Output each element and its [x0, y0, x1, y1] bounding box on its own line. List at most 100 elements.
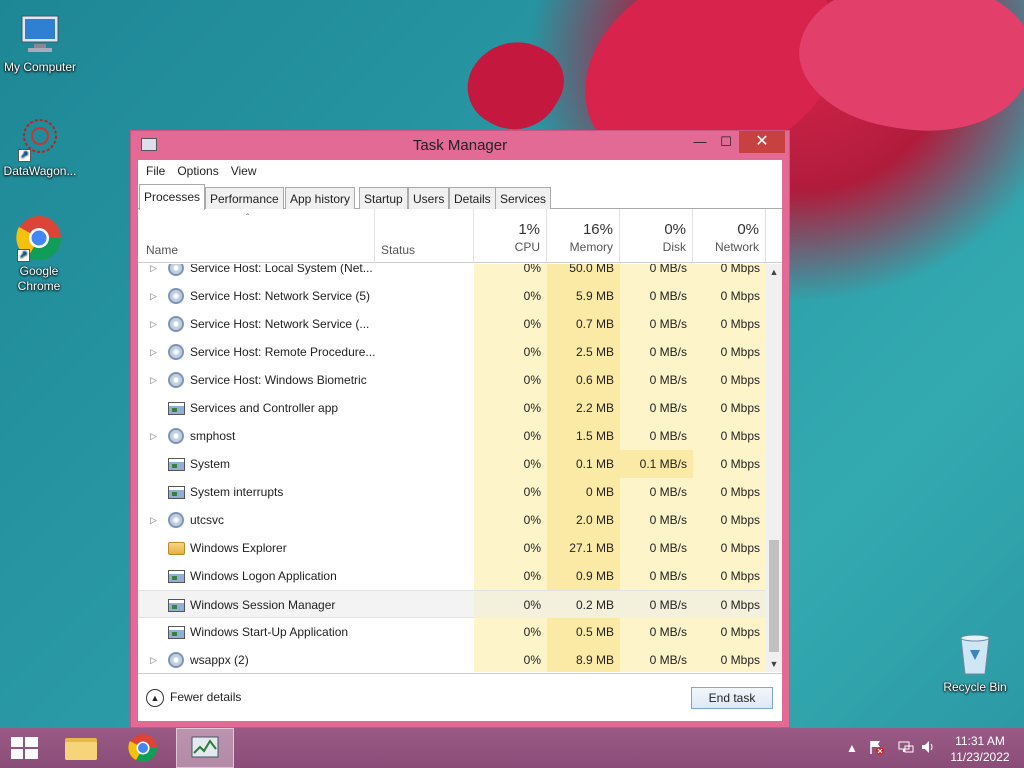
cpu-percent: 1% [518, 221, 540, 238]
cpu-cell: 0% [474, 394, 547, 422]
taskbar-task-manager[interactable] [176, 728, 234, 768]
close-button[interactable]: ✕ [739, 131, 785, 153]
disk-cell: 0 MB/s [620, 282, 693, 310]
table-row[interactable]: Services and Controller app 0% 2.2 MB 0 MB/… [138, 394, 766, 422]
taskbar-chrome[interactable] [114, 728, 172, 768]
table-row[interactable]: System interrupts 0% 0 MB 0 MB/s 0 Mbps [138, 478, 766, 506]
menu-view[interactable]: View [225, 160, 263, 178]
table-row[interactable]: Windows Explorer 0% 27.1 MB 0 MB/s 0 Mbps [138, 534, 766, 562]
disk-cell: 0 MB/s [620, 310, 693, 338]
start-button[interactable] [0, 728, 58, 768]
minimize-button[interactable]: — [687, 131, 713, 153]
tab-details[interactable]: Details [449, 187, 496, 209]
expand-chevron-icon[interactable]: ▷ [150, 366, 157, 394]
process-name: Windows Explorer [190, 541, 287, 555]
title-bar[interactable]: Task Manager — ☐ ✕ [131, 131, 789, 159]
process-name: Service Host: Network Service (... [190, 317, 370, 331]
memory-cell: 0.5 MB [547, 618, 620, 646]
fewer-details-link[interactable]: ▲ Fewer details [146, 688, 241, 707]
memory-cell: 50.0 MB [547, 264, 620, 282]
start-icon [11, 737, 38, 759]
memory-cell: 2.2 MB [547, 394, 620, 422]
cpu-cell: 0% [474, 422, 547, 450]
table-row[interactable]: ▷ Service Host: Remote Procedure... 0% 2.5 … [138, 338, 766, 366]
memory-cell: 0.9 MB [547, 562, 620, 590]
network-cell: 0 Mbps [693, 562, 766, 590]
column-memory[interactable]: 16% Memory [547, 209, 620, 263]
gear-icon [168, 428, 184, 444]
network-cell: 0 Mbps [693, 282, 766, 310]
desktop-icon-label: Recycle Bin [943, 680, 1007, 694]
memory-cell: 8.9 MB [547, 646, 620, 672]
end-task-button[interactable]: End task [691, 687, 773, 709]
scroll-thumb[interactable] [769, 540, 779, 652]
menu-options[interactable]: Options [171, 160, 224, 178]
network-label: Network [714, 240, 759, 254]
process-name: Service Host: Network Service (5) [190, 289, 371, 303]
expand-chevron-icon[interactable]: ▷ [150, 310, 157, 338]
network-cell: 0 Mbps [693, 422, 766, 450]
memory-cell: 0.6 MB [547, 366, 620, 394]
expand-chevron-icon[interactable]: ▷ [150, 282, 157, 310]
scroll-down-icon[interactable]: ▼ [766, 656, 782, 672]
desktop-icon-recycle-bin[interactable]: Recycle Bin [935, 630, 1015, 695]
expand-chevron-icon[interactable]: ▷ [150, 506, 157, 534]
desktop-icon-my-computer[interactable]: My Computer [0, 10, 80, 75]
table-row[interactable]: ▷ smphost 0% 1.5 MB 0 MB/s 0 Mbps [138, 422, 766, 450]
desktop-icon-datawagon[interactable]: ↗ DataWagon... [0, 114, 80, 179]
taskbar-clock[interactable]: 11:31 AM 11/23/2022 [940, 733, 1020, 765]
column-network[interactable]: 0% Network [693, 209, 766, 263]
disk-cell: 0 MB/s [620, 646, 693, 672]
tab-users[interactable]: Users [408, 187, 450, 209]
process-name: Service Host: Remote Procedure... [190, 345, 376, 359]
table-row[interactable]: ▷ wsappx (2) 0% 8.9 MB 0 MB/s 0 Mbps [138, 646, 766, 672]
network-cell: 0 Mbps [693, 506, 766, 534]
chrome-icon [128, 734, 157, 762]
gear-icon [168, 652, 184, 668]
process-name: wsappx (2) [190, 653, 249, 667]
scroll-up-icon[interactable]: ▲ [766, 264, 782, 280]
process-name: System interrupts [190, 485, 284, 499]
action-center-flag-icon[interactable] [868, 739, 884, 768]
column-disk[interactable]: 0% Disk [620, 209, 693, 263]
expand-chevron-icon[interactable]: ▷ [150, 338, 157, 366]
table-row[interactable]: ▷ Service Host: Local System (Net... 0% 50.… [138, 264, 766, 282]
maximize-button[interactable]: ☐ [713, 131, 739, 153]
vertical-scrollbar[interactable]: ▲ ▼ [766, 264, 782, 672]
show-hidden-icons-icon[interactable]: ▲ [846, 741, 858, 768]
taskbar-file-explorer[interactable] [52, 728, 110, 768]
tab-processes[interactable]: Processes [139, 184, 206, 210]
table-row[interactable]: ▷ Service Host: Windows Biometric 0% 0.6 MB… [138, 366, 766, 394]
expand-chevron-icon[interactable]: ▷ [150, 422, 157, 450]
table-row[interactable]: Windows Session Manager 0% 0.2 MB 0 MB/s 0 M… [138, 590, 766, 619]
column-name[interactable]: Name [146, 243, 178, 257]
column-cpu[interactable]: 1% CPU [474, 209, 547, 263]
datawagon-icon: ↗ [16, 114, 64, 162]
tab-performance[interactable]: Performance [205, 187, 284, 209]
desktop-icon-chrome[interactable]: ↗ Google Chrome [0, 214, 78, 294]
network-icon[interactable] [897, 739, 915, 768]
cpu-cell: 0% [474, 646, 547, 672]
tab-services[interactable]: Services [495, 187, 552, 209]
expand-chevron-icon[interactable]: ▷ [150, 264, 157, 282]
column-status-cell[interactable]: Status [374, 209, 474, 263]
shortcut-arrow-icon: ↗ [17, 249, 30, 262]
table-row[interactable]: Windows Logon Application 0% 0.9 MB 0 MB/s 0… [138, 562, 766, 590]
window-client: File Options View Processes Performance Ap… [138, 160, 782, 721]
recycle-bin-icon [951, 630, 999, 678]
tab-strip: Processes Performance App history Startu… [138, 184, 782, 210]
table-row[interactable]: System 0% 0.1 MB 0.1 MB/s 0 Mbps [138, 450, 766, 478]
menu-file[interactable]: File [140, 160, 171, 178]
tab-app-history[interactable]: App history [285, 187, 356, 209]
table-row[interactable]: ▷ Service Host: Network Service (5) 0% 5.9 … [138, 282, 766, 310]
cpu-cell: 0% [474, 450, 547, 478]
table-row[interactable]: Windows Start-Up Application 0% 0.5 MB 0 MB… [138, 618, 766, 646]
process-name: Windows Session Manager [190, 598, 336, 612]
expand-chevron-icon[interactable]: ▷ [150, 646, 157, 672]
volume-icon[interactable] [920, 739, 936, 768]
cpu-cell: 0% [474, 338, 547, 366]
table-row[interactable]: ▷ Service Host: Network Service (... 0% 0.7… [138, 310, 766, 338]
tab-startup[interactable]: Startup [359, 187, 408, 209]
cpu-cell: 0% [474, 366, 547, 394]
table-row[interactable]: ▷ utcsvc 0% 2.0 MB 0 MB/s 0 Mbps [138, 506, 766, 534]
